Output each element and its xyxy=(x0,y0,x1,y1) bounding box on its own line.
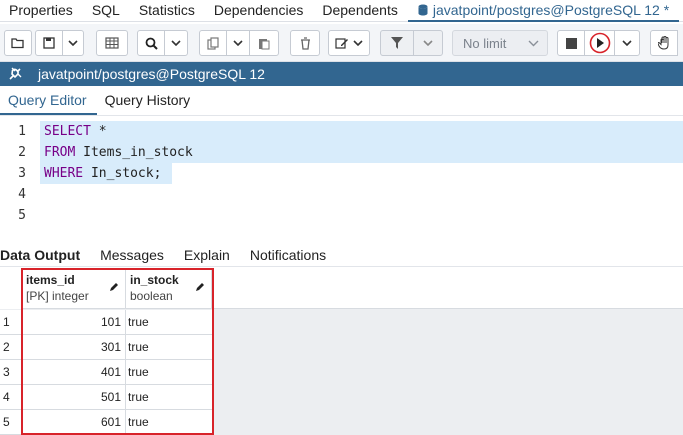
editor-line: 5 xyxy=(0,205,683,226)
row-limit-select[interactable]: No limit xyxy=(452,30,548,56)
code-text: SELECT * xyxy=(44,121,107,142)
sql-text: Items_in_stock xyxy=(75,145,193,160)
filter-icon xyxy=(391,37,403,49)
chevron-down-icon xyxy=(528,40,539,46)
sql-editor[interactable]: 1 SELECT * 2 FROM Items_in_stock 3 WHERE… xyxy=(0,120,683,232)
chevron-down-icon xyxy=(68,40,78,46)
highlight-box xyxy=(21,268,214,435)
grid-corner[interactable] xyxy=(0,268,22,309)
chevron-down-icon xyxy=(423,40,433,46)
execute-dropdown-button[interactable] xyxy=(614,30,640,56)
find-dropdown-button[interactable] xyxy=(164,30,188,56)
editor-line: 4 xyxy=(0,184,683,205)
tab-query-editor[interactable]: Query Editor xyxy=(0,92,97,115)
tab-properties[interactable]: Properties xyxy=(0,0,83,22)
selection-highlight xyxy=(40,121,683,142)
editor-line: 1 SELECT * xyxy=(0,121,683,142)
tab-explain[interactable]: Explain xyxy=(174,247,240,263)
tab-query-history[interactable]: Query History xyxy=(97,92,201,115)
top-tab-bar: Properties SQL Statistics Dependencies D… xyxy=(0,0,683,22)
paste-icon xyxy=(259,38,270,49)
edit-icon xyxy=(335,37,348,49)
folder-open-icon xyxy=(11,38,24,49)
editor-line: 2 FROM Items_in_stock xyxy=(0,142,683,163)
tab-sql[interactable]: SQL xyxy=(83,0,130,22)
row-number[interactable]: 2 xyxy=(0,335,22,359)
open-file-button[interactable] xyxy=(4,30,32,56)
copy-dropdown-button[interactable] xyxy=(226,30,250,56)
row-number[interactable]: 4 xyxy=(0,385,22,409)
sql-text: In_stock; xyxy=(83,166,162,181)
query-toolbar: No limit xyxy=(0,24,683,62)
hand-icon xyxy=(658,36,669,50)
tab-notifications[interactable]: Notifications xyxy=(240,247,336,263)
line-number: 5 xyxy=(18,208,26,223)
connection-status-button[interactable] xyxy=(0,62,30,86)
row-limit-value: No limit xyxy=(463,35,507,51)
sql-keyword: SELECT xyxy=(44,124,91,139)
delete-button[interactable] xyxy=(290,30,320,56)
database-icon xyxy=(418,4,428,15)
row-number[interactable]: 1 xyxy=(0,310,22,334)
tab-query-tool-label: javatpoint/postgres@PostgreSQL 12 * xyxy=(432,1,670,18)
chevron-down-icon xyxy=(171,40,181,46)
filter-button[interactable] xyxy=(380,30,414,56)
edit-grid-button[interactable] xyxy=(96,30,128,56)
editor-tab-bar: Query Editor Query History xyxy=(0,86,683,116)
chevron-down-icon xyxy=(622,40,632,46)
save-dropdown-button[interactable] xyxy=(62,30,84,56)
plug-icon xyxy=(9,67,22,80)
search-icon xyxy=(145,37,158,50)
execute-button[interactable] xyxy=(584,30,615,56)
copy-icon xyxy=(206,36,219,50)
tab-query-tool[interactable]: javatpoint/postgres@PostgreSQL 12 * xyxy=(407,0,680,22)
stop-icon xyxy=(565,37,577,49)
row-number[interactable]: 3 xyxy=(0,360,22,384)
row-number[interactable]: 5 xyxy=(0,410,22,434)
editor-line: 3 WHERE In_stock; xyxy=(0,163,683,184)
line-number: 2 xyxy=(18,145,26,160)
line-number: 4 xyxy=(18,187,26,202)
sql-text: * xyxy=(90,124,107,139)
trash-icon xyxy=(300,36,310,50)
output-tab-bar: Data Output Messages Explain Notificatio… xyxy=(0,243,683,267)
tab-dependencies[interactable]: Dependencies xyxy=(205,0,314,22)
paste-button[interactable] xyxy=(249,30,279,56)
tab-dependents[interactable]: Dependents xyxy=(313,0,408,22)
filter-dropdown-button[interactable] xyxy=(413,30,443,56)
find-button[interactable] xyxy=(137,30,165,56)
play-icon xyxy=(589,32,610,54)
tab-messages[interactable]: Messages xyxy=(90,247,174,263)
chevron-down-icon xyxy=(353,40,363,46)
cancel-query-button[interactable] xyxy=(557,30,585,56)
table-icon xyxy=(105,37,119,49)
edit-dropdown-button[interactable] xyxy=(328,30,370,56)
tab-statistics[interactable]: Statistics xyxy=(130,0,205,22)
tab-data-output[interactable]: Data Output xyxy=(0,247,90,263)
line-number: 1 xyxy=(18,124,26,139)
connection-bar: javatpoint/postgres@PostgreSQL 12 xyxy=(0,62,683,86)
connection-label: javatpoint/postgres@PostgreSQL 12 xyxy=(38,66,265,82)
line-number: 3 xyxy=(18,166,26,181)
save-button[interactable] xyxy=(35,30,63,56)
copy-button[interactable] xyxy=(199,30,227,56)
macros-button[interactable] xyxy=(650,30,678,56)
save-icon xyxy=(43,37,55,49)
sql-keyword: WHERE xyxy=(44,166,84,181)
sql-keyword: FROM xyxy=(44,145,76,160)
chevron-down-icon xyxy=(233,40,243,46)
code-text: WHERE In_stock; xyxy=(44,163,161,184)
code-text: FROM Items_in_stock xyxy=(44,142,193,163)
